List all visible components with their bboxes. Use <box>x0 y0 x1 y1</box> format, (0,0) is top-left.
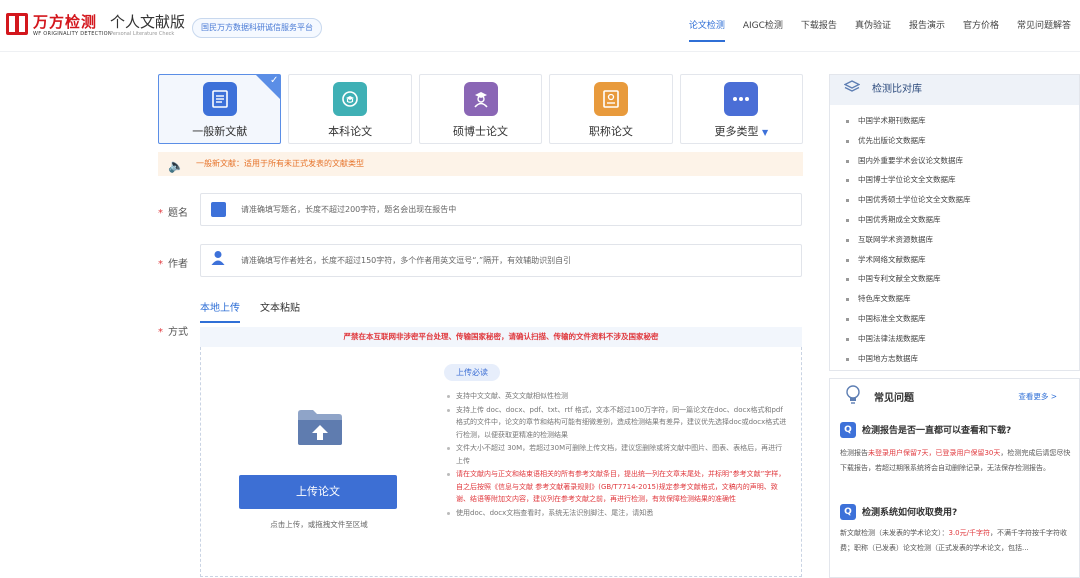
title-input[interactable] <box>241 194 791 225</box>
doc-type-professional[interactable]: 职称论文 <box>549 74 673 144</box>
more-icon <box>724 82 759 116</box>
title-field <box>200 193 802 226</box>
wanfang-logo-icon[interactable] <box>6 13 28 35</box>
q-badge-icon: Q <box>840 422 856 438</box>
nav-paper-check[interactable]: 论文检测 <box>680 0 734 52</box>
edition-title: 个人文献版 <box>110 13 186 31</box>
doc-type-label: 本科论文 <box>328 125 373 138</box>
person-icon <box>211 250 226 265</box>
upload-hint: 点击上传，或拖拽文件至区域 <box>270 520 368 529</box>
upload-rules: 支持中文文献、英文文献相似性检测 支持上传 doc、docx、pdf、txt、r… <box>444 390 789 520</box>
doc-type-label: 更多类型 ▼ <box>714 125 769 138</box>
database-item[interactable]: 中国学术期刊数据库 <box>844 111 1079 131</box>
database-list: 中国学术期刊数据库 优先出版论文数据库 国内外重要学术会议论文数据库 中国博士学… <box>830 105 1079 370</box>
doc-type-label: 硕博士论文 <box>453 125 509 138</box>
database-item[interactable]: 中国标准全文数据库 <box>844 309 1079 329</box>
upload-tabs: 本地上传 文本粘贴 <box>200 299 300 323</box>
doc-type-undergrad[interactable]: 本科论文 <box>288 74 412 144</box>
author-label: * 作者 <box>158 259 188 270</box>
doc-type-more[interactable]: 更多类型 ▼ <box>679 74 804 144</box>
folder-upload-icon <box>296 407 344 447</box>
tab-local-upload[interactable]: 本地上传 <box>200 299 240 323</box>
logo-title[interactable]: 万方检测 <box>33 11 97 32</box>
rule-item: 使用doc、docx文档查看时，系统无法识别脚注、尾注，请知悉 <box>444 507 789 520</box>
speaker-icon: 🔈 <box>168 159 185 174</box>
q-badge-icon: Q <box>840 504 856 520</box>
nav-aigc-check[interactable]: AIGC检测 <box>734 0 792 52</box>
doc-type-label: 职称论文 <box>588 125 633 138</box>
requirements-title: 上传必读 <box>444 364 500 381</box>
database-panel-title: 检测比对库 <box>872 84 922 95</box>
database-item[interactable]: 中国地方志数据库 <box>844 349 1079 369</box>
doc-type-label: 一般新文献 <box>192 125 248 138</box>
upload-dropzone[interactable]: 上传论文 点击上传，或拖拽文件至区域 上传必读 支持中文文献、英文文献相似性检测… <box>200 347 802 577</box>
notice-bar: 🔈 一般新文献：适用于所有未正式发表的文献类型 <box>158 152 803 176</box>
rule-item: 文件大小不超过 30M，若超过30M可删除上传文档，建议您删除或将文献中图片、图… <box>444 442 789 467</box>
nav-faq[interactable]: 常见问题解答 <box>1008 0 1080 52</box>
faq-more-link[interactable]: 查看更多 > <box>1018 391 1057 402</box>
database-item[interactable]: 优先出版论文数据库 <box>844 131 1079 151</box>
rule-item-highlight: 请在文献内与正文和结束语相关的所有参考文献条目，提出统一列在文章末尾处，并标明“… <box>444 468 789 506</box>
graduation-cap-icon <box>333 82 368 116</box>
doc-type-selector: 一般新文献 ✓ 本科论文 硕博士论文 职称论文 更多类型 ▼ <box>158 74 804 144</box>
layers-icon <box>843 75 861 105</box>
doc-type-general[interactable]: 一般新文献 ✓ <box>158 74 282 144</box>
nav-verify[interactable]: 真伪验证 <box>846 0 900 52</box>
edition-subtitle: Personal Literature Check <box>110 31 175 37</box>
faq-panel: 常见问题 查看更多 > Q 检测报告是否一直都可以查看和下载? 检测报告未登录用户… <box>829 378 1080 578</box>
faq-header: 常见问题 查看更多 > <box>830 379 1079 413</box>
top-header: 万方检测 WF ORIGINALITY DETECTION 个人文献版 Pers… <box>0 0 1080 52</box>
upload-paper-button[interactable]: 上传论文 <box>239 475 397 509</box>
doc-type-master-phd[interactable]: 硕博士论文 <box>418 74 543 144</box>
database-panel-header: 检测比对库 <box>830 75 1079 105</box>
faq-answer: 检测报告未登录用户保留7天，已登录用户保留30天，检测完成后请您尽快下载报告，若… <box>840 449 1071 472</box>
database-item[interactable]: 中国优秀硕士学位论文全文数据库 <box>844 190 1079 210</box>
method-label: * 方式 <box>158 327 188 338</box>
top-nav: 论文检测 AIGC检测 下载报告 真伪验证 报告演示 官方价格 常见问题解答 <box>680 0 1080 52</box>
caret-down-icon: ▼ <box>762 128 769 137</box>
database-item[interactable]: 中国博士学位论文全文数据库 <box>844 170 1079 190</box>
check-icon: ✓ <box>270 75 279 86</box>
database-item[interactable]: 互联网学术资源数据库 <box>844 230 1079 250</box>
nav-report-demo[interactable]: 报告演示 <box>900 0 954 52</box>
faq-question[interactable]: Q 检测报告是否一直都可以查看和下载? <box>840 422 1011 438</box>
rule-item: 支持中文文献、英文文献相似性检测 <box>444 390 789 403</box>
platform-badge[interactable]: 国民万方数据科研诚信服务平台 <box>192 18 322 38</box>
database-item[interactable]: 中国专利文献全文数据库 <box>844 269 1079 289</box>
database-item[interactable]: 特色库文数据库 <box>844 289 1079 309</box>
graduate-person-icon <box>463 82 498 116</box>
notice-text: 一般新文献：适用于所有未正式发表的文献类型 <box>196 159 364 168</box>
database-item[interactable]: 学术网络文献数据库 <box>844 250 1079 270</box>
certificate-icon <box>593 82 628 116</box>
rule-item: 支持上传 doc、docx、pdf、txt、rtf 格式，文本不超过100万字符… <box>444 404 789 442</box>
database-panel: 检测比对库 中国学术期刊数据库 优先出版论文数据库 国内外重要学术会议论文数据库… <box>829 74 1080 372</box>
title-label: * 题名 <box>158 208 188 219</box>
faq-title: 常见问题 <box>874 393 914 404</box>
faq-answer: 新文献检测（未发表的学术论文）：3.0元/千字符，不满千字符按千字符收费；职称（… <box>840 529 1067 552</box>
author-input[interactable] <box>241 245 791 276</box>
tab-paste-text[interactable]: 文本粘贴 <box>260 299 300 319</box>
author-field <box>200 244 802 277</box>
faq-question[interactable]: Q 检测系统如何收取费用? <box>840 504 957 520</box>
nav-pricing[interactable]: 官方价格 <box>954 0 1008 52</box>
database-item[interactable]: 中国法律法规数据库 <box>844 329 1079 349</box>
nav-download-report[interactable]: 下载报告 <box>792 0 846 52</box>
logo-subtitle: WF ORIGINALITY DETECTION <box>33 31 112 37</box>
database-item[interactable]: 中国优秀期成全文数据库 <box>844 210 1079 230</box>
security-warning: 严禁在本互联网非涉密平台处理、传输国家秘密，请确认扫描、传输的文件资料不涉及国家… <box>200 327 802 347</box>
database-item[interactable]: 国内外重要学术会议论文数据库 <box>844 151 1079 171</box>
document-icon <box>202 82 237 116</box>
title-square-icon <box>211 202 226 217</box>
lightbulb-icon <box>844 384 862 409</box>
